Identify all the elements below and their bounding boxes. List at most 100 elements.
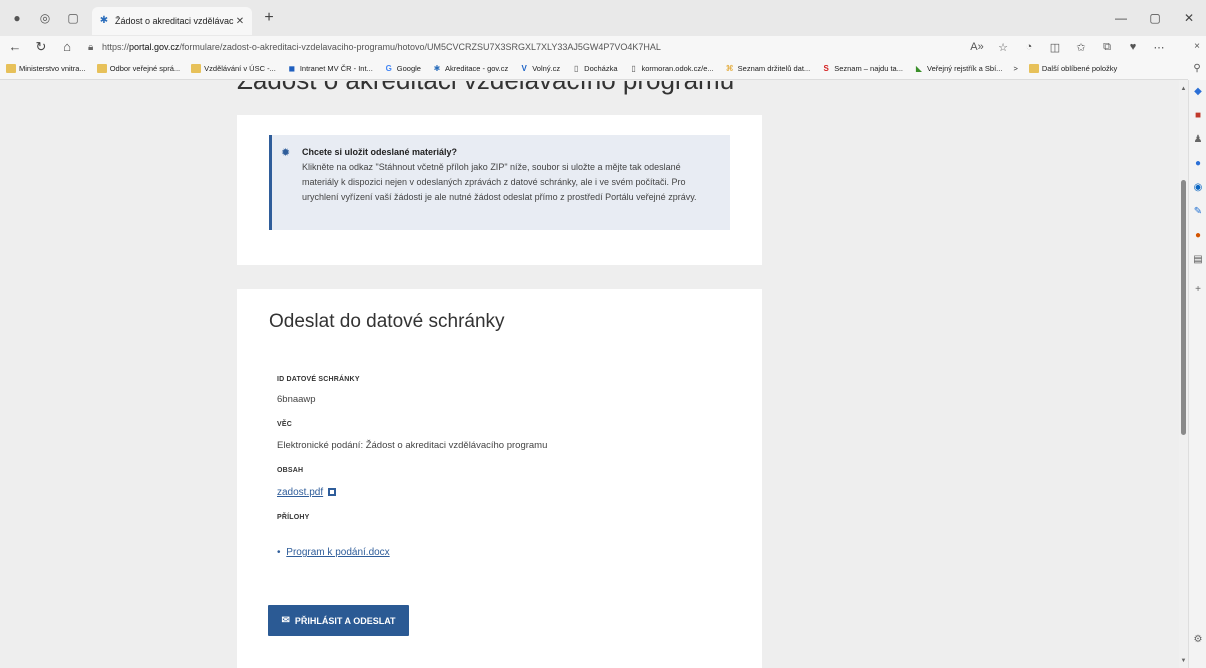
tab-favicon-icon: ✱: [99, 15, 109, 26]
tab-actions-icon[interactable]: ▢: [62, 7, 84, 29]
bookmark-label: Volný.cz: [532, 64, 561, 73]
login-and-send-button[interactable]: ✉ PŘIHLÁSIT A ODESLAT: [268, 605, 409, 636]
new-tab-button[interactable]: +: [260, 9, 278, 27]
window-controls: — ▢ ✕: [1104, 0, 1206, 36]
folder-icon: [1028, 64, 1039, 73]
other-favorites-label: Další oblíbené položky: [1041, 64, 1118, 73]
seznam-icon: S: [823, 64, 829, 73]
bookmark-item[interactable]: S Seznam – najdu ta...: [821, 64, 903, 73]
close-window-icon[interactable]: ✕: [1172, 11, 1206, 25]
home-icon[interactable]: ⌂: [56, 37, 78, 57]
bookmark-label: kormoran.odok.cz/e...: [641, 64, 714, 73]
browser-essentials-icon[interactable]: ♥: [1120, 41, 1146, 53]
info-title: Chcete si uložit odeslané materiály?: [302, 147, 458, 157]
tab-close-icon[interactable]: ✕: [234, 16, 246, 27]
bookmark-label: Seznam – najdu ta...: [834, 64, 903, 73]
subject-value: Elektronické podání: Žádost o akreditaci…: [277, 440, 548, 451]
scroll-down-icon[interactable]: ▼: [1179, 658, 1188, 664]
extensions-icon[interactable]: ◔: [1016, 41, 1042, 53]
bookmark-label: Google: [396, 64, 421, 73]
subject-label: VĚC: [277, 421, 292, 428]
favorite-star-icon[interactable]: ☆: [990, 41, 1016, 54]
outlook-icon[interactable]: ◉: [1189, 176, 1206, 200]
c-app-icon[interactable]: ●: [1189, 224, 1206, 248]
read-aloud-icon[interactable]: A»: [964, 41, 990, 53]
browser-tab[interactable]: ✱ Žádost o akreditaci vzdělávacího ✕: [92, 7, 252, 35]
scroll-thumb[interactable]: [1181, 180, 1186, 435]
minimize-icon[interactable]: —: [1104, 11, 1138, 25]
url-path: /formulare/zadost-o-akreditaci-vzdelavac…: [179, 42, 661, 52]
folder-icon: [191, 64, 202, 73]
scroll-up-icon[interactable]: ▲: [1179, 86, 1188, 92]
tools-icon[interactable]: ✎: [1189, 200, 1206, 224]
lock-icon: 🔒︎: [88, 41, 94, 53]
bookmark-item[interactable]: ⌘ Seznam držitelů dat...: [725, 64, 811, 73]
info-card: ✹ Chcete si uložit odeslané materiály? K…: [237, 115, 762, 265]
info-text: Klikněte na odkaz "Stáhnout včetně přílo…: [302, 162, 697, 202]
bookmark-label: Docházka: [584, 64, 618, 73]
more-menu-icon[interactable]: ⋯: [1146, 41, 1172, 54]
bookmark-item[interactable]: ◣ Veřejný rejstřík a Sbí...: [914, 64, 1003, 73]
bookmark-item[interactable]: ✱ Akreditace - gov.cz: [432, 64, 509, 73]
registry-icon: ◣: [915, 64, 923, 73]
sidebar-top: × ⚲: [1188, 36, 1206, 80]
tag-icon[interactable]: ◆: [1189, 80, 1206, 104]
bookmarks-bar: Ministerstvo vnitra... Odbor veřejné spr…: [0, 58, 1206, 80]
page-icon: ▯: [631, 64, 636, 73]
attachment-link[interactable]: Program k podání.docx: [286, 547, 389, 558]
address-actions: A» ☆ ◔ ◫ ✩ ⧉ ♥ ⋯: [964, 41, 1172, 54]
attachments-label: PŘÍLOHY: [277, 514, 310, 521]
page-icon: ▯: [573, 64, 579, 73]
bookmark-item[interactable]: ▯ Docházka: [571, 64, 618, 73]
url-field[interactable]: 🔒︎ https://portal.gov.cz/formulare/zados…: [84, 38, 954, 56]
page-viewport: Žádost o akreditaci vzdělávacího program…: [0, 81, 1179, 668]
shopping-icon[interactable]: ■: [1189, 104, 1206, 128]
gov-icon: ✱: [433, 64, 441, 73]
bookmark-item[interactable]: V Volný.cz: [519, 64, 561, 73]
bookmark-item[interactable]: G Google: [384, 64, 421, 73]
content-label: OBSAH: [277, 467, 304, 474]
search-icon[interactable]: ⚲: [1188, 58, 1206, 80]
box-id-label: ID DATOVÉ SCHRÁNKY: [277, 376, 360, 383]
bookmark-item[interactable]: Odbor veřejné sprá...: [96, 64, 181, 73]
notes-icon[interactable]: ▤: [1189, 248, 1206, 272]
google-icon: G: [385, 64, 392, 73]
workspaces-icon[interactable]: ◎: [34, 7, 56, 29]
login-and-send-label: PŘIHLÁSIT A ODESLAT: [294, 615, 396, 626]
bookmark-label: Veřejný rejstřík a Sbí...: [926, 64, 1003, 73]
bookmark-item[interactable]: ▯ kormoran.odok.cz/e...: [629, 64, 714, 73]
folder-icon: [6, 64, 16, 73]
bookmark-label: Odbor veřejné sprá...: [109, 64, 181, 73]
bookmarks-overflow-button[interactable]: >: [1013, 64, 1017, 73]
content-file-name: zadost.pdf: [277, 487, 324, 498]
external-file-icon: [328, 488, 337, 497]
bookmark-item[interactable]: Ministerstvo vnitra...: [6, 64, 86, 73]
copilot-spacer-icon: ×: [1194, 41, 1200, 52]
refresh-icon[interactable]: ↻: [30, 37, 52, 57]
back-icon[interactable]: ←: [4, 37, 26, 57]
lightbulb-icon: ✹: [281, 147, 291, 159]
box-id-value: 6bnaawp: [277, 394, 316, 405]
bookmark-label: Akreditace - gov.cz: [444, 64, 509, 73]
content-file-link[interactable]: zadost.pdf: [277, 487, 337, 498]
maximize-icon[interactable]: ▢: [1138, 11, 1172, 25]
page-title: Žádost o akreditaci vzdělávacího program…: [237, 81, 734, 96]
collections-icon[interactable]: ⧉: [1094, 41, 1120, 54]
url-host: portal.gov.cz: [129, 42, 180, 52]
folder-icon: [96, 64, 107, 73]
bookmark-item[interactable]: Vzdělávání v ÚSC -...: [191, 64, 276, 73]
add-sidebar-icon[interactable]: +: [1189, 278, 1206, 302]
send-section-title: Odeslat do datové schránky: [269, 311, 505, 332]
bookmark-item[interactable]: ◼ Intranet MV ČR - Int...: [287, 64, 373, 73]
profile-icon[interactable]: ●: [6, 7, 28, 29]
split-screen-icon[interactable]: ◫: [1042, 41, 1068, 54]
games-icon[interactable]: ♟: [1189, 128, 1206, 152]
browser-sidebar: ◆ ■ ♟ ● ◉ ✎ ● ▤ + ⚙: [1188, 80, 1206, 668]
other-favorites[interactable]: Další oblíbené položky: [1028, 64, 1118, 73]
office-icon[interactable]: ●: [1189, 152, 1206, 176]
page-scrollbar[interactable]: ▲ ▼: [1179, 80, 1188, 668]
settings-gear-icon[interactable]: ⚙: [1189, 628, 1206, 652]
favorites-icon[interactable]: ✩: [1068, 41, 1094, 54]
info-box: ✹ Chcete si uložit odeslané materiály? K…: [269, 135, 730, 230]
intranet-icon: ◼: [288, 64, 296, 73]
